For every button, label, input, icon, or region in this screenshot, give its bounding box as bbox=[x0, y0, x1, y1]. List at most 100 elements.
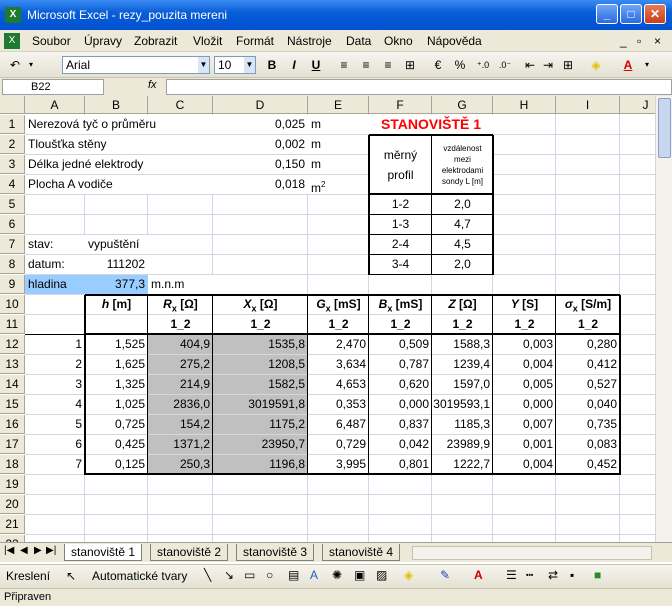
hladina-unit[interactable]: m.n.m bbox=[148, 275, 213, 294]
draw-fill-color-icon[interactable]: ◈ bbox=[404, 568, 413, 582]
table-cell[interactable]: 0,620 bbox=[369, 375, 432, 394]
underline-button[interactable]: U bbox=[308, 56, 324, 74]
column-header-d[interactable]: D bbox=[213, 96, 308, 114]
minimize-button[interactable]: _ bbox=[596, 4, 618, 24]
percent-button[interactable]: % bbox=[452, 56, 468, 74]
table-cell[interactable]: 1582,5 bbox=[213, 375, 308, 394]
borders-icon[interactable]: ⊞ bbox=[560, 56, 576, 74]
sheet-tab-1[interactable]: stanoviště 1 bbox=[64, 544, 143, 561]
table-header-6[interactable]: Y [S] bbox=[493, 295, 556, 314]
line-style-icon[interactable]: ☰ bbox=[506, 568, 517, 582]
table-cell[interactable]: 6 bbox=[25, 435, 85, 454]
sheet-tab-2[interactable]: stanoviště 2 bbox=[150, 544, 229, 561]
table-cell[interactable]: 3 bbox=[25, 375, 85, 394]
row-header-10[interactable]: 10 bbox=[0, 295, 25, 314]
indent-decrease-icon[interactable]: ⇤ bbox=[522, 56, 538, 74]
row-header-12[interactable]: 12 bbox=[0, 335, 25, 354]
table-cell[interactable]: 3019593,1 bbox=[432, 395, 493, 414]
table-cell[interactable]: 214,9 bbox=[148, 375, 213, 394]
font-color-dropdown-icon[interactable]: ▾ bbox=[642, 56, 652, 74]
profile-name[interactable]: 1-2 bbox=[369, 195, 432, 214]
row-header-3[interactable]: 3 bbox=[0, 155, 25, 174]
picture-icon[interactable]: ▨ bbox=[376, 568, 387, 582]
table-cell[interactable]: 0,004 bbox=[493, 355, 556, 374]
column-header-g[interactable]: G bbox=[432, 96, 493, 114]
select-all-corner[interactable] bbox=[0, 96, 25, 114]
table-cell[interactable]: 0,801 bbox=[369, 455, 432, 474]
column-header-a[interactable]: A bbox=[25, 96, 85, 114]
oval-icon[interactable]: ○ bbox=[266, 568, 273, 582]
param-value[interactable]: 0,150 bbox=[213, 155, 308, 174]
currency-icon[interactable]: € bbox=[430, 56, 446, 74]
table-cell[interactable]: 0,353 bbox=[308, 395, 369, 414]
align-right-icon[interactable]: ≡ bbox=[380, 56, 396, 74]
table-header-2[interactable]: Xx [Ω] bbox=[213, 295, 308, 314]
row-header-1[interactable]: 1 bbox=[0, 115, 25, 134]
table-cell[interactable]: 0,001 bbox=[493, 435, 556, 454]
profile-name[interactable]: 2-4 bbox=[369, 235, 432, 254]
row-header-18[interactable]: 18 bbox=[0, 455, 25, 474]
table-cell[interactable]: 4 bbox=[25, 395, 85, 414]
maximize-button[interactable]: □ bbox=[620, 4, 642, 24]
menu-insert[interactable]: Vložit bbox=[193, 34, 222, 48]
prev-sheet-icon[interactable]: ◀ bbox=[20, 545, 28, 556]
row-header-7[interactable]: 7 bbox=[0, 235, 25, 254]
arrow-style-icon[interactable]: ⇄ bbox=[548, 568, 558, 582]
column-header-e[interactable]: E bbox=[308, 96, 369, 114]
line-color-icon[interactable]: ✎ bbox=[440, 568, 450, 582]
table-cell[interactable]: 1239,4 bbox=[432, 355, 493, 374]
table-header-4[interactable]: Bx [mS] bbox=[369, 295, 432, 314]
profile-name[interactable]: 3-4 bbox=[369, 255, 432, 274]
profile-distance[interactable]: 2,0 bbox=[432, 195, 493, 214]
undo-dropdown-icon[interactable]: ▾ bbox=[26, 56, 36, 74]
table-cell[interactable]: 1535,8 bbox=[213, 335, 308, 354]
row-header-2[interactable]: 2 bbox=[0, 135, 25, 154]
table-cell[interactable]: 0,007 bbox=[493, 415, 556, 434]
column-header-f[interactable]: F bbox=[369, 96, 432, 114]
indent-increase-icon[interactable]: ⇥ bbox=[540, 56, 556, 74]
param-unit[interactable]: m bbox=[308, 135, 369, 154]
table-subheader[interactable]: 1_2 bbox=[556, 315, 620, 334]
merge-center-icon[interactable]: ⊞ bbox=[402, 56, 418, 74]
table-cell[interactable]: 2836,0 bbox=[148, 395, 213, 414]
row-header-15[interactable]: 15 bbox=[0, 395, 25, 414]
bold-button[interactable]: B bbox=[264, 56, 280, 74]
table-header-5[interactable]: Z [Ω] bbox=[432, 295, 493, 314]
clipart-icon[interactable]: ▣ bbox=[354, 568, 365, 582]
param-unit[interactable]: m2 bbox=[308, 175, 369, 194]
row-header-17[interactable]: 17 bbox=[0, 435, 25, 454]
increase-decimal-icon[interactable]: ⁺.0 bbox=[474, 56, 492, 74]
row-header-22[interactable]: 22 bbox=[0, 535, 25, 542]
table-cell[interactable]: 0,083 bbox=[556, 435, 620, 454]
table-cell[interactable]: 0,425 bbox=[85, 435, 148, 454]
function-icon[interactable]: fx bbox=[148, 79, 157, 91]
hladina-label[interactable]: hladina bbox=[25, 275, 85, 294]
row-header-9[interactable]: 9 bbox=[0, 275, 25, 294]
table-subheader[interactable]: 1_2 bbox=[308, 315, 369, 334]
table-cell[interactable]: 1,525 bbox=[85, 335, 148, 354]
table-cell[interactable]: 2 bbox=[25, 355, 85, 374]
param-label[interactable]: Nerezová tyč o průměru bbox=[25, 115, 213, 134]
row-header-6[interactable]: 6 bbox=[0, 215, 25, 234]
menu-data[interactable]: Data bbox=[346, 34, 371, 48]
menu-tools[interactable]: Nástroje bbox=[287, 34, 332, 48]
select-objects-icon[interactable]: ↖ bbox=[66, 569, 76, 583]
row-header-14[interactable]: 14 bbox=[0, 375, 25, 394]
table-cell[interactable]: 6,487 bbox=[308, 415, 369, 434]
param-value[interactable]: 0,018 bbox=[213, 175, 308, 194]
param-value[interactable]: 0,002 bbox=[213, 135, 308, 154]
line-icon[interactable]: ╲ bbox=[204, 568, 211, 582]
table-cell[interactable]: 23950,7 bbox=[213, 435, 308, 454]
table-cell[interactable]: 4,653 bbox=[308, 375, 369, 394]
table-cell[interactable]: 1,325 bbox=[85, 375, 148, 394]
column-header-i[interactable]: I bbox=[556, 96, 620, 114]
profile-distance[interactable]: 4,5 bbox=[432, 235, 493, 254]
profile-distance[interactable]: 2,0 bbox=[432, 255, 493, 274]
table-cell[interactable]: 3,995 bbox=[308, 455, 369, 474]
table-cell[interactable]: 1175,2 bbox=[213, 415, 308, 434]
table-cell[interactable]: 0,412 bbox=[556, 355, 620, 374]
table-cell[interactable]: 0,725 bbox=[85, 415, 148, 434]
diagram-icon[interactable]: ✺ bbox=[332, 568, 342, 582]
table-header-1[interactable]: Rx [Ω] bbox=[148, 295, 213, 314]
rectangle-icon[interactable]: ▭ bbox=[244, 568, 255, 582]
